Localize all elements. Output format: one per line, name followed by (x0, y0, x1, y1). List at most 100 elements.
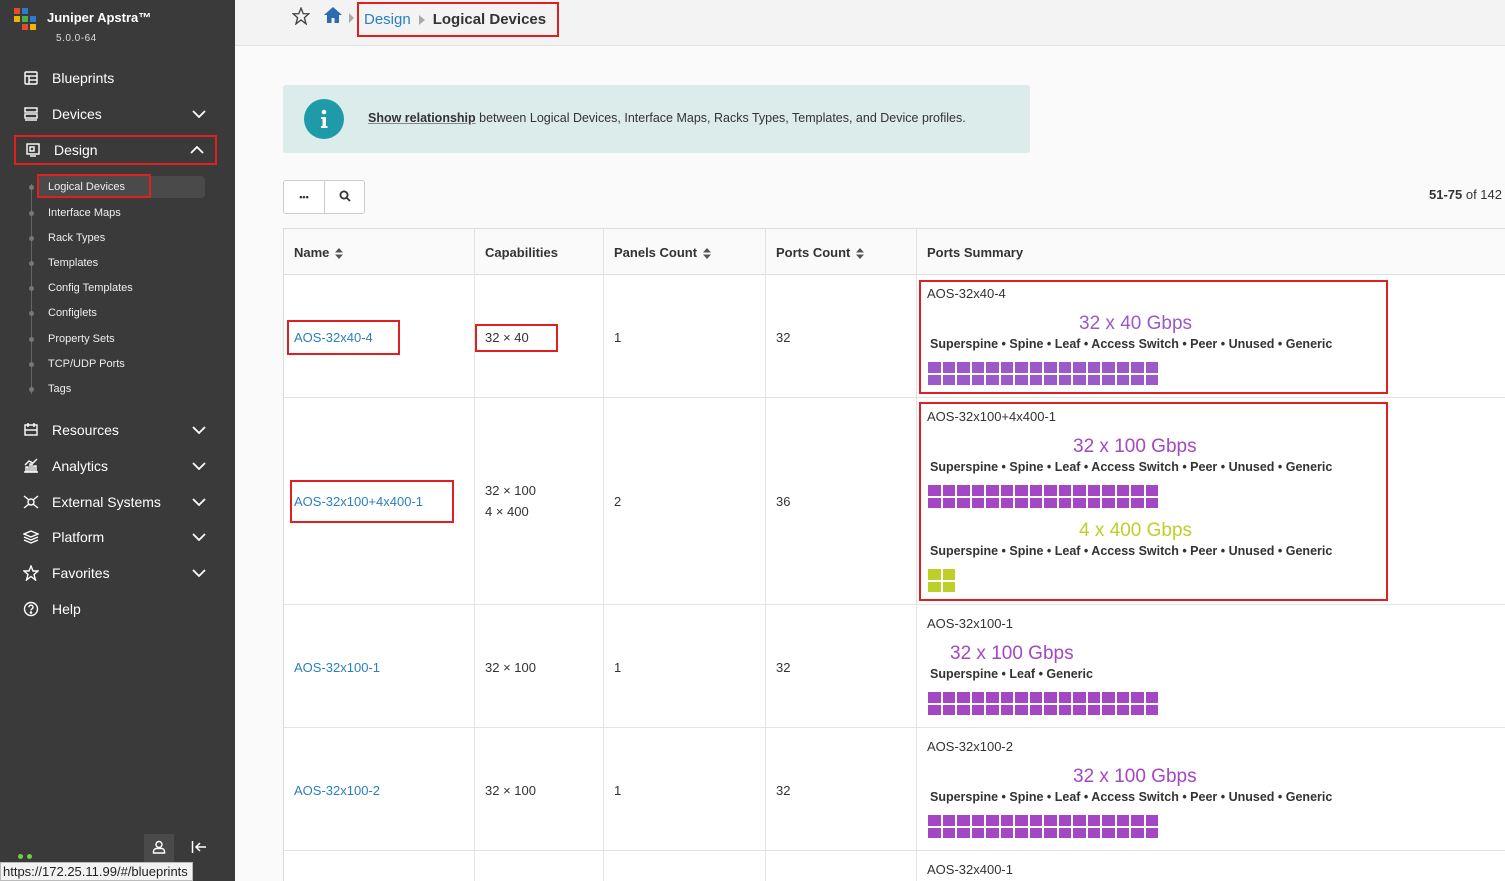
port-square[interactable] (1015, 827, 1028, 838)
port-square[interactable] (1087, 374, 1100, 385)
port-square[interactable] (1015, 692, 1028, 703)
port-square[interactable] (942, 827, 955, 838)
port-square[interactable] (1044, 362, 1057, 373)
port-square[interactable] (1058, 485, 1071, 496)
port-square[interactable] (1015, 497, 1028, 508)
port-square[interactable] (986, 704, 999, 715)
port-square[interactable] (928, 692, 941, 703)
port-square[interactable] (942, 704, 955, 715)
device-name-link[interactable]: AOS-32x100-1 (294, 660, 380, 675)
port-square[interactable] (1087, 692, 1100, 703)
port-square[interactable] (1073, 374, 1086, 385)
port-square[interactable] (1073, 485, 1086, 496)
port-square[interactable] (1102, 827, 1115, 838)
port-square[interactable] (942, 692, 955, 703)
port-square[interactable] (957, 485, 970, 496)
port-square[interactable] (1131, 374, 1144, 385)
port-square[interactable] (1044, 827, 1057, 838)
port-square[interactable] (1087, 827, 1100, 838)
nav-item-external-systems[interactable]: External Systems (14, 487, 217, 517)
port-square[interactable] (1145, 815, 1158, 826)
port-square[interactable] (1116, 815, 1129, 826)
port-square[interactable] (957, 692, 970, 703)
port-square[interactable] (986, 827, 999, 838)
port-square[interactable] (1131, 497, 1144, 508)
user-button[interactable] (144, 834, 174, 864)
port-square[interactable] (1029, 485, 1042, 496)
port-square[interactable] (928, 362, 941, 373)
port-square[interactable] (1073, 497, 1086, 508)
port-square[interactable] (1000, 497, 1013, 508)
port-square[interactable] (971, 362, 984, 373)
show-relationship-link[interactable]: Show relationship (368, 111, 476, 125)
port-square[interactable] (1087, 362, 1100, 373)
port-square[interactable] (1131, 827, 1144, 838)
port-square[interactable] (971, 704, 984, 715)
nav-item-help[interactable]: Help (14, 594, 217, 624)
port-square[interactable] (1131, 485, 1144, 496)
search-button[interactable] (324, 181, 364, 213)
port-square[interactable] (942, 362, 955, 373)
port-square[interactable] (942, 815, 955, 826)
brand[interactable]: Juniper Apstra™ 5.0.0-64 (14, 6, 224, 48)
port-square[interactable] (957, 827, 970, 838)
port-square[interactable] (1044, 485, 1057, 496)
port-square[interactable] (1015, 485, 1028, 496)
home-icon[interactable] (323, 6, 345, 26)
port-square[interactable] (1044, 704, 1057, 715)
port-square[interactable] (1029, 362, 1042, 373)
port-square[interactable] (1145, 485, 1158, 496)
port-square[interactable] (1073, 827, 1086, 838)
port-square[interactable] (928, 827, 941, 838)
port-square[interactable] (1044, 815, 1057, 826)
port-square[interactable] (1116, 704, 1129, 715)
port-square[interactable] (1145, 362, 1158, 373)
port-square[interactable] (942, 374, 955, 385)
port-square[interactable] (1000, 362, 1013, 373)
port-square[interactable] (1087, 485, 1100, 496)
subnav-item-configlets[interactable]: Configlets (29, 302, 205, 324)
subnav-item-config-templates[interactable]: Config Templates (29, 277, 205, 299)
nav-item-design[interactable]: Design (14, 135, 217, 165)
port-square[interactable] (986, 692, 999, 703)
port-square[interactable] (942, 581, 955, 592)
subnav-item-logical-devices[interactable]: Logical Devices (29, 174, 205, 198)
port-square[interactable] (971, 374, 984, 385)
port-square[interactable] (1015, 374, 1028, 385)
port-square[interactable] (1087, 497, 1100, 508)
port-square[interactable] (1015, 815, 1028, 826)
column-header-panels-count[interactable]: Panels Count (604, 229, 766, 275)
port-square[interactable] (1131, 815, 1144, 826)
subnav-item-tags[interactable]: Tags (29, 378, 205, 400)
port-square[interactable] (986, 497, 999, 508)
port-square[interactable] (1044, 374, 1057, 385)
port-square[interactable] (971, 815, 984, 826)
subnav-item-tcp-udp-ports[interactable]: TCP/UDP Ports (29, 353, 205, 375)
port-square[interactable] (1029, 827, 1042, 838)
port-square[interactable] (1102, 692, 1115, 703)
port-square[interactable] (971, 692, 984, 703)
port-square[interactable] (957, 362, 970, 373)
port-square[interactable] (1058, 815, 1071, 826)
port-square[interactable] (1073, 815, 1086, 826)
port-square[interactable] (1029, 815, 1042, 826)
port-square[interactable] (928, 815, 941, 826)
port-square[interactable] (1000, 815, 1013, 826)
port-square[interactable] (1073, 692, 1086, 703)
port-square[interactable] (1073, 362, 1086, 373)
port-square[interactable] (971, 497, 984, 508)
port-square[interactable] (1116, 362, 1129, 373)
port-square[interactable] (957, 374, 970, 385)
port-square[interactable] (1102, 815, 1115, 826)
port-square[interactable] (957, 815, 970, 826)
subnav-item-rack-types[interactable]: Rack Types (29, 227, 205, 249)
port-square[interactable] (1015, 704, 1028, 715)
port-square[interactable] (1145, 374, 1158, 385)
port-square[interactable] (1131, 362, 1144, 373)
port-square[interactable] (957, 704, 970, 715)
port-square[interactable] (1058, 692, 1071, 703)
column-header-ports-count[interactable]: Ports Count (766, 229, 917, 275)
port-square[interactable] (1000, 485, 1013, 496)
device-name-link[interactable]: AOS-32x40-4 (294, 330, 373, 345)
subnav-item-templates[interactable]: Templates (29, 252, 205, 274)
